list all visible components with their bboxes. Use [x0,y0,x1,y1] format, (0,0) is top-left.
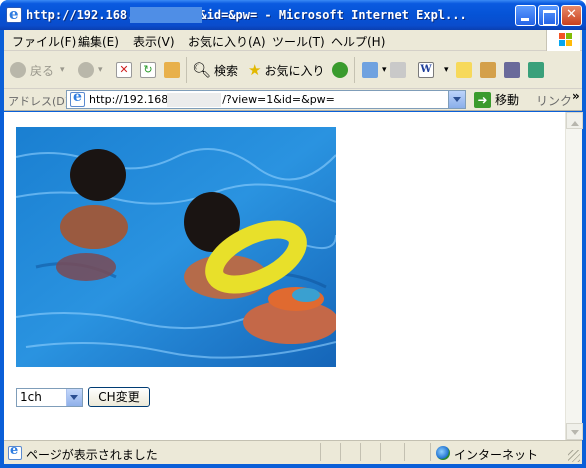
home-button[interactable] [164,59,184,81]
star-icon: ★ [248,61,262,79]
research-icon [480,62,496,78]
back-label: 戻る [30,63,55,78]
vertical-scrollbar[interactable] [565,112,583,440]
address-bar: アドレス(D) http://192.168/?view=1&id=&pw= ➜… [4,89,582,111]
menu-bar: ファイル(F) 編集(E) 表示(V) お気に入り(A) ツール(T) ヘルプ(… [4,30,582,51]
word-icon: W [418,62,434,78]
status-divider [360,443,361,461]
toolbar-separator [354,57,355,83]
go-button[interactable]: ➜ 移動 [474,91,519,108]
address-input[interactable]: http://192.168/?view=1&id=&pw= [66,89,466,109]
chevron-down-icon: ▾ [98,65,103,75]
channel-select[interactable]: 1ch [16,388,83,407]
messenger-icon [504,62,520,78]
chevron-down-icon: ▾ [60,65,65,75]
back-arrow-icon [10,62,26,78]
refresh-button[interactable]: ↻ [140,59,160,81]
address-label: アドレス(D) [8,95,70,108]
chevron-down-icon: ▾ [382,65,387,75]
redacted-region [167,93,221,107]
mail-icon [362,62,378,78]
menu-edit[interactable]: 編集(E) [78,33,119,50]
favorites-label: お気に入り [264,63,325,78]
channel-select-value: 1ch [20,390,42,404]
security-zone: インターネット [454,448,539,462]
browser-window: http://192.168. /?view=1&id=&pw= - Micro… [0,0,586,468]
research-button[interactable] [480,59,500,81]
resize-grip[interactable] [568,450,580,462]
go-arrow-icon: ➜ [474,91,491,108]
page-status-icon [8,443,22,460]
refresh-icon: ↻ [140,62,156,78]
home-icon [164,62,180,78]
close-button[interactable] [561,5,582,26]
title-bar[interactable]: http://192.168. /?view=1&id=&pw= - Micro… [0,0,586,30]
scroll-up-button[interactable] [566,112,583,129]
note-icon [456,62,472,78]
discuss-button[interactable] [456,59,476,81]
history-button[interactable] [332,59,352,81]
menu-tools[interactable]: ツール(T) [272,33,325,50]
forward-button[interactable]: ▾ [78,59,103,81]
stop-button[interactable]: ✕ [116,59,136,81]
search-icon: 🔍︎ [192,61,212,79]
status-divider [320,443,321,461]
page-content: 1ch CH変更 [4,112,583,440]
status-text: ページが表示されました [26,448,158,462]
tools-icon [528,62,544,78]
search-button[interactable]: 🔍︎ 検索 [192,59,238,81]
search-label: 検索 [214,63,239,78]
menu-favorites[interactable]: お気に入り(A) [188,33,266,50]
change-channel-button[interactable]: CH変更 [88,387,150,407]
maximize-button[interactable] [538,5,559,26]
scroll-down-button[interactable] [566,423,583,440]
toolbar-separator [186,57,187,83]
forward-arrow-icon [78,62,94,78]
stop-icon: ✕ [116,62,132,78]
print-button[interactable] [390,59,410,81]
status-bar: ページが表示されました インターネット [4,440,582,464]
status-divider [404,443,405,461]
status-divider [340,443,341,461]
windows-logo-icon [546,30,580,51]
messenger-button[interactable] [504,59,524,81]
edit-button[interactable]: W ▾ [418,59,449,81]
minimize-button[interactable] [515,5,536,26]
status-divider [380,443,381,461]
chevron-down-icon: ▾ [444,65,449,75]
page-icon [70,89,85,107]
favorites-button[interactable]: ★ お気に入り [248,59,324,81]
standard-toolbar: 戻る ▾ ▾ ✕ ↻ 🔍︎ 検索 ★ お気に入り ▾ W ▾ [4,51,582,89]
address-dropdown-button[interactable] [448,91,465,108]
back-button[interactable]: 戻る ▾ [10,59,65,81]
ie-icon [6,5,22,23]
mail-button[interactable]: ▾ [362,59,387,81]
go-label: 移動 [495,93,520,107]
menu-file[interactable]: ファイル(F) [12,33,76,50]
history-icon [332,62,348,78]
globe-icon [436,446,450,460]
menu-view[interactable]: 表示(V) [133,33,175,50]
camera-image [16,127,336,367]
status-divider [430,443,431,461]
menu-help[interactable]: ヘルプ(H) [331,33,385,50]
chevron-down-icon[interactable] [66,389,82,406]
printer-icon [390,62,406,78]
window-title: http://192.168. /?view=1&id=&pw= - Micro… [26,8,467,22]
redacted-region [130,7,202,23]
toolbar-overflow-button[interactable]: » [572,89,580,103]
tools-button[interactable] [528,59,548,81]
links-button[interactable]: リンク [536,92,572,109]
